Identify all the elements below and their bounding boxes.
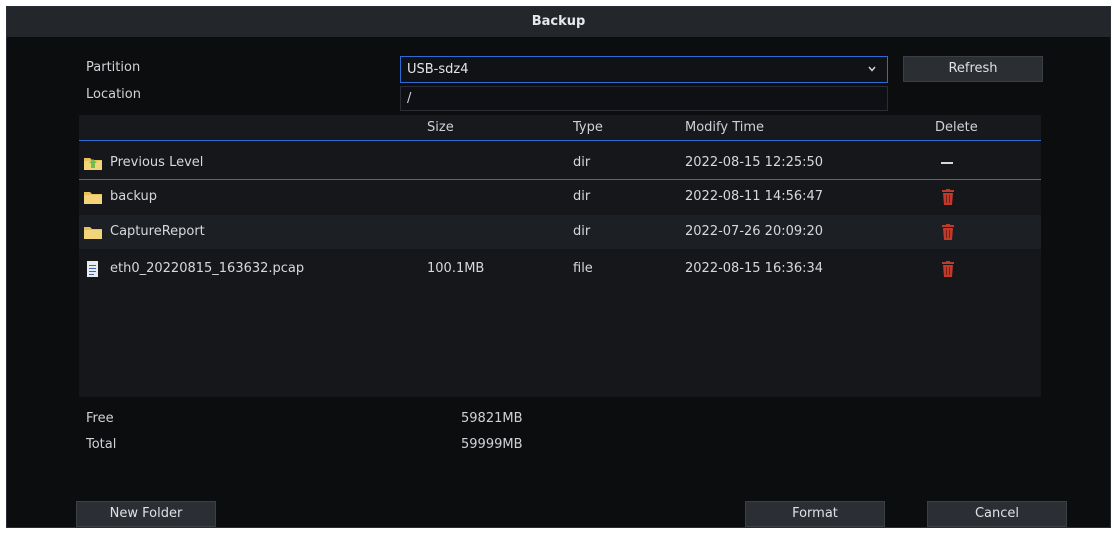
format-button[interactable]: Format	[745, 501, 885, 527]
partition-label: Partition	[86, 60, 141, 75]
row-name: eth0_20220815_163632.pcap	[110, 261, 305, 276]
col-modify-time-header: Modify Time	[685, 120, 765, 135]
row-type: file	[573, 261, 593, 276]
file-icon	[87, 261, 98, 277]
table-row-pcap-file[interactable]: eth0_20220815_163632.pcap 100.1MB file 2…	[79, 252, 1041, 286]
col-type-header: Type	[573, 120, 603, 135]
partition-value: USB-sdz4	[407, 62, 469, 77]
folder-icon	[84, 192, 102, 204]
chevron-down-icon	[868, 66, 876, 72]
trash-icon[interactable]	[941, 189, 955, 205]
partition-select[interactable]: USB-sdz4	[400, 56, 888, 83]
col-delete-header: Delete	[935, 120, 978, 135]
trash-icon[interactable]	[941, 224, 955, 240]
row-size: 100.1MB	[427, 261, 485, 276]
refresh-button[interactable]: Refresh	[903, 56, 1043, 82]
table-row-backup[interactable]: backup dir 2022-08-11 14:56:47	[79, 180, 1041, 214]
table-row-previous-level[interactable]: Previous Level dir 2022-08-15 12:25:50	[79, 146, 1041, 180]
row-type: dir	[573, 155, 591, 170]
trash-icon[interactable]	[941, 261, 955, 277]
backup-dialog: Backup Partition Location USB-sdz4 Refre…	[6, 6, 1111, 528]
row-name: Previous Level	[110, 155, 204, 170]
file-table: Size Type Modify Time Delete Previous Le…	[79, 115, 1041, 397]
row-type: dir	[573, 224, 591, 239]
row-modify-time: 2022-07-26 20:09:20	[685, 224, 824, 239]
row-type: dir	[573, 189, 591, 204]
location-input[interactable]	[400, 86, 888, 111]
row-modify-time: 2022-08-11 14:56:47	[685, 189, 824, 204]
table-row-capturereport[interactable]: CaptureReport dir 2022-07-26 20:09:20	[79, 215, 1041, 249]
dialog-title: Backup	[7, 7, 1110, 37]
folder-up-icon	[84, 158, 102, 170]
cancel-button[interactable]: Cancel	[927, 501, 1067, 527]
new-folder-button[interactable]: New Folder	[76, 501, 216, 527]
free-label: Free	[86, 411, 114, 426]
row-modify-time: 2022-08-15 12:25:50	[685, 155, 824, 170]
location-label: Location	[86, 87, 141, 102]
total-label: Total	[86, 437, 117, 452]
table-header: Size Type Modify Time Delete	[79, 115, 1041, 141]
dash-icon	[941, 162, 953, 164]
free-value: 59821MB	[461, 411, 523, 426]
row-name: CaptureReport	[110, 224, 205, 239]
row-modify-time: 2022-08-15 16:36:34	[685, 261, 824, 276]
folder-icon	[84, 227, 102, 239]
row-name: backup	[110, 189, 157, 204]
total-value: 59999MB	[461, 437, 523, 452]
col-size-header: Size	[427, 120, 454, 135]
